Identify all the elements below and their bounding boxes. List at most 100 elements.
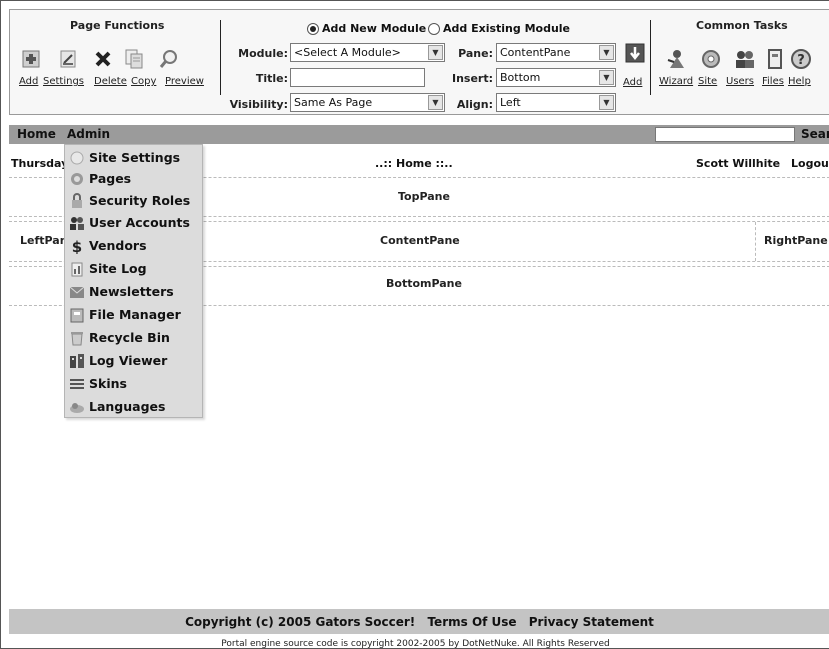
skins-icon — [69, 376, 85, 392]
align-select-value: Left — [500, 96, 521, 109]
preview-link[interactable]: Preview — [165, 76, 204, 87]
add-page-link[interactable]: Add — [19, 76, 38, 87]
menu-item-log-viewer[interactable]: Log Viewer — [69, 350, 167, 371]
date-text: Thursday — [11, 157, 69, 170]
privacy-statement-link[interactable]: Privacy Statement — [529, 615, 654, 629]
insert-select-value: Bottom — [500, 71, 541, 84]
security-roles-icon — [69, 192, 85, 209]
menu-item-label: Recycle Bin — [89, 330, 170, 345]
menu-item-user-accounts[interactable]: User Accounts — [69, 212, 190, 233]
delete-icon[interactable] — [92, 48, 114, 70]
copy-link[interactable]: Copy — [131, 76, 156, 87]
control-panel: Page Functions Add Settings Delete Copy … — [9, 9, 829, 115]
menu-item-label: Newsletters — [89, 284, 174, 299]
menu-item-label: Languages — [89, 399, 166, 414]
chevron-down-icon: ▼ — [599, 70, 614, 85]
chevron-down-icon: ▼ — [428, 45, 443, 60]
logout-link[interactable]: Logout — [791, 157, 829, 170]
files-link[interactable]: Files — [762, 76, 784, 87]
menu-item-label: Log Viewer — [89, 353, 168, 368]
copyright-text: Copyright (c) 2005 Gators Soccer! — [185, 615, 416, 629]
add-new-module-radio[interactable]: Add New Module — [307, 22, 426, 35]
insert-label: Insert: — [451, 72, 493, 85]
visibility-select-value: Same As Page — [294, 96, 373, 109]
dollar-icon: $ — [69, 238, 85, 254]
nav-bar: Home Admin Search — [9, 125, 829, 144]
menu-item-site-settings[interactable]: Site Settings — [69, 147, 180, 168]
settings-icon[interactable] — [57, 48, 79, 70]
module-select-value: <Select A Module> — [294, 46, 401, 59]
help-icon[interactable]: ? — [790, 48, 812, 70]
preview-icon[interactable] — [158, 48, 180, 70]
align-select[interactable]: Left ▼ — [496, 93, 616, 112]
align-label: Align: — [456, 98, 493, 111]
module-select[interactable]: <Select A Module> ▼ — [290, 43, 445, 62]
add-module-icon[interactable] — [624, 42, 646, 64]
recycle-bin-icon — [69, 330, 85, 346]
menu-item-label: Site Settings — [89, 150, 181, 165]
separator-right — [650, 20, 651, 95]
right-pane-label: RightPane — [764, 234, 828, 247]
chevron-down-icon: ▼ — [599, 95, 614, 110]
common-tasks-title: Common Tasks — [696, 19, 788, 32]
add-new-module-label: Add New Module — [322, 22, 427, 35]
site-link[interactable]: Site — [698, 76, 717, 87]
menu-item-label: Vendors — [89, 238, 147, 253]
copy-icon[interactable] — [123, 48, 145, 70]
insert-select[interactable]: Bottom ▼ — [496, 68, 616, 87]
nav-item-home[interactable]: Home — [17, 127, 56, 141]
radio-unselected-icon — [428, 22, 440, 35]
delete-link[interactable]: Delete — [94, 76, 127, 87]
menu-item-label: Security Roles — [89, 193, 191, 208]
wizard-link[interactable]: Wizard — [659, 76, 693, 87]
site-log-icon — [69, 261, 85, 277]
menu-item-newsletters[interactable]: Newsletters — [69, 281, 174, 302]
add-module-link[interactable]: Add — [623, 77, 642, 88]
content-pane-label: ContentPane — [380, 234, 460, 247]
terms-of-use-link[interactable]: Terms Of Use — [427, 615, 516, 629]
search-button[interactable]: Search — [801, 127, 829, 141]
title-label: Title: — [255, 72, 288, 85]
page-functions-title: Page Functions — [70, 19, 165, 32]
search-input[interactable] — [655, 127, 795, 142]
menu-item-label: Skins — [89, 376, 127, 391]
pane-label: Pane: — [458, 47, 493, 60]
users-icon[interactable] — [734, 48, 756, 70]
files-icon[interactable] — [764, 48, 786, 70]
pane-select[interactable]: ContentPane ▼ — [496, 43, 616, 62]
svg-text:?: ? — [797, 53, 805, 68]
menu-item-languages[interactable]: Languages — [69, 396, 165, 417]
menu-item-pages[interactable]: Pages — [69, 168, 131, 189]
radio-selected-icon — [307, 22, 319, 35]
menu-item-site-log[interactable]: Site Log — [69, 258, 147, 279]
menu-item-recycle-bin[interactable]: Recycle Bin — [69, 327, 170, 348]
visibility-select[interactable]: Same As Page ▼ — [290, 93, 445, 112]
site-icon[interactable] — [700, 48, 722, 70]
bottom-pane-label: BottomPane — [386, 277, 462, 290]
file-manager-icon — [69, 307, 85, 323]
menu-item-vendors[interactable]: $ Vendors — [69, 235, 147, 256]
add-existing-module-radio[interactable]: Add Existing Module — [428, 22, 570, 35]
nav-item-admin[interactable]: Admin — [67, 127, 110, 141]
menu-item-label: Pages — [89, 171, 132, 186]
page-title: ..:: Home ::.. — [375, 157, 453, 170]
help-link[interactable]: Help — [788, 76, 811, 87]
right-pane-divider — [755, 222, 756, 261]
menu-item-label: User Accounts — [89, 215, 190, 230]
chevron-down-icon: ▼ — [599, 45, 614, 60]
title-input[interactable] — [290, 68, 425, 87]
menu-item-skins[interactable]: Skins — [69, 373, 127, 394]
svg-text:$: $ — [72, 238, 82, 254]
menu-item-file-manager[interactable]: File Manager — [69, 304, 181, 325]
menu-item-security-roles[interactable]: Security Roles — [69, 190, 190, 211]
pages-icon — [69, 171, 85, 187]
wizard-icon[interactable] — [666, 48, 688, 70]
add-page-icon[interactable] — [20, 48, 42, 70]
users-link[interactable]: Users — [726, 76, 754, 87]
settings-link[interactable]: Settings — [43, 76, 84, 87]
menu-item-label: File Manager — [89, 307, 181, 322]
languages-icon — [69, 399, 85, 415]
top-pane-label: TopPane — [398, 190, 450, 203]
log-viewer-icon — [69, 353, 85, 369]
user-name-link[interactable]: Scott Willhite — [696, 157, 780, 170]
